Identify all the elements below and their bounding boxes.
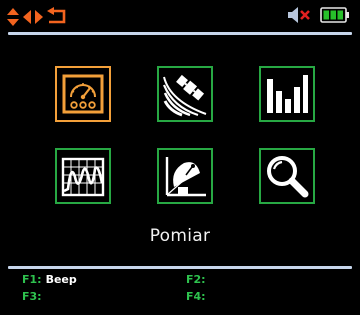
return-icon[interactable]: [46, 7, 68, 27]
menu-item-spectrum[interactable]: [55, 148, 111, 204]
bar-chart-icon: [267, 75, 308, 113]
function-key-label: F4:: [186, 290, 206, 303]
device-screen: Pomiar F1: Beep F2: F3: F4:: [0, 0, 360, 315]
function-key-label: F2:: [186, 273, 206, 286]
navigation-icons: [6, 6, 68, 28]
function-key-f4[interactable]: F4:: [186, 290, 210, 303]
satellite-dish-icon: [165, 157, 206, 197]
function-key-label: F3:: [22, 290, 42, 303]
function-key-value: Beep: [45, 273, 77, 286]
speaker-muted-icon[interactable]: [286, 5, 314, 29]
satellite-icon: [162, 74, 207, 117]
function-key-bar: F1: Beep F2: F3: F4:: [0, 272, 360, 312]
function-key-f2[interactable]: F2:: [186, 273, 210, 286]
meter-gauge-icon: [62, 74, 104, 114]
battery-icon: [320, 6, 350, 28]
menu-caption: Pomiar: [149, 226, 211, 246]
menu-item-meter[interactable]: [55, 66, 111, 122]
top-bar: [0, 0, 360, 32]
top-divider: [8, 32, 352, 35]
menu-item-satellite[interactable]: [157, 66, 213, 122]
menu-item-bar-chart[interactable]: [259, 66, 315, 122]
spectrum-analyzer-icon: [61, 157, 105, 197]
menu-item-dish[interactable]: [157, 148, 213, 204]
function-key-f1[interactable]: F1: Beep: [22, 273, 77, 286]
left-right-arrows-icon[interactable]: [22, 7, 44, 27]
magnifier-icon: [267, 156, 309, 198]
bottom-divider: [8, 266, 352, 269]
function-key-f3[interactable]: F3:: [22, 290, 46, 303]
menu-item-search[interactable]: [259, 148, 315, 204]
up-down-arrows-icon[interactable]: [6, 7, 20, 27]
function-key-label: F1:: [22, 273, 42, 286]
status-icons: [286, 6, 350, 28]
